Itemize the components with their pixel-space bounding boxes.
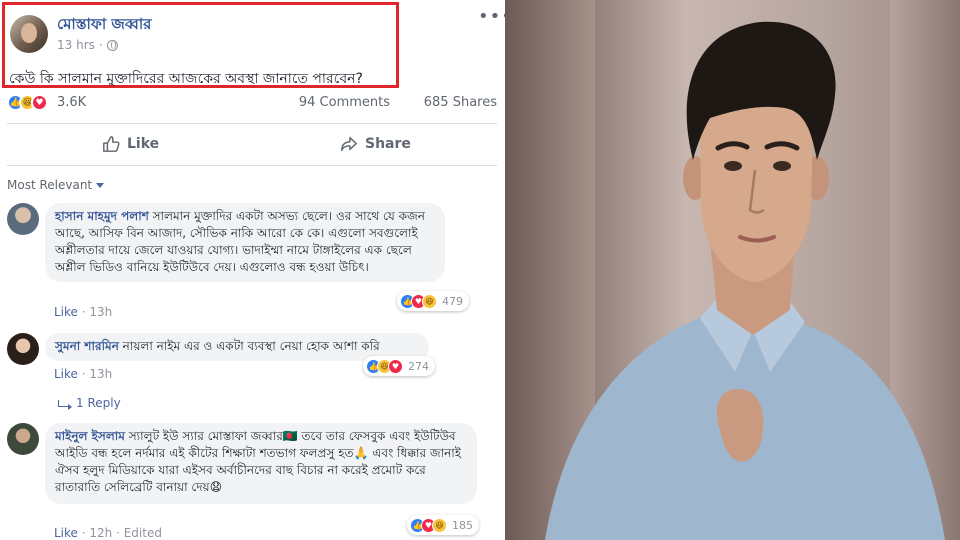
view-replies-link[interactable]: 1 Reply	[58, 396, 121, 410]
commenter-avatar[interactable]	[7, 423, 39, 455]
post-time-text[interactable]: 13 hrs	[57, 38, 95, 52]
post-author-name[interactable]: মোস্তাফা জব্বার	[57, 13, 151, 38]
comment-reaction-count: 274	[408, 360, 429, 373]
post-text: কেউ কি সালমান মুক্তাদিরের আজকের অবস্থা জ…	[9, 71, 363, 87]
commenter-avatar[interactable]	[7, 333, 39, 365]
post-timestamp[interactable]: 13 hrs ·	[57, 38, 118, 52]
dot-separator: ·	[98, 38, 103, 52]
share-button[interactable]: Share	[340, 135, 411, 153]
share-arrow-icon	[341, 136, 357, 152]
comment-reactions[interactable]: 👍 ♥ 😆 479	[397, 291, 469, 311]
post-header-highlight: মোস্তাফা জব্বার 13 hrs · কেউ কি সালমান ম…	[2, 2, 399, 88]
thumbs-up-icon	[103, 136, 120, 152]
like-button[interactable]: Like	[102, 135, 159, 153]
commenter-name[interactable]: সুমনা শারমিন	[55, 339, 119, 353]
author-avatar[interactable]	[10, 15, 48, 53]
comment-bubble: মাইনুল ইসলাম স্যালুট ইউ স্যার মোস্তাফা জ…	[45, 423, 477, 504]
comment-time[interactable]: 12h	[89, 526, 112, 540]
comment-like-link[interactable]: Like	[54, 526, 78, 540]
comment-like-link[interactable]: Like	[54, 305, 78, 319]
portrait-photo	[505, 0, 960, 540]
more-options-icon[interactable]: •••	[478, 8, 505, 26]
face-shape	[700, 90, 813, 282]
comment-reactions[interactable]: 👍 😆 ♥ 274	[363, 356, 435, 376]
commenter-avatar[interactable]	[7, 203, 39, 235]
globe-icon	[106, 39, 118, 51]
comment-sort-dropdown[interactable]: Most Relevant	[7, 178, 105, 192]
post-actions: Like Share	[7, 130, 497, 160]
comment-like-link[interactable]: Like	[54, 367, 78, 381]
haha-reaction-icon: 😆	[422, 294, 437, 309]
commenter-name[interactable]: হাসান মাহমুদ পলাশ	[55, 209, 149, 223]
love-reaction-icon: ♥	[388, 359, 403, 374]
eye-shape	[773, 161, 791, 171]
share-button-label: Share	[365, 136, 411, 152]
comment-reaction-count: 479	[442, 295, 463, 308]
haha-reaction-icon: 😆	[432, 518, 447, 533]
share-count[interactable]: 685 Shares	[424, 95, 497, 110]
reaction-count[interactable]: 3.6K	[57, 95, 86, 110]
person-illustration	[545, 21, 945, 540]
comment-meta: Like · 13h	[54, 305, 113, 319]
eye-shape	[724, 161, 742, 171]
replies-label: 1 Reply	[76, 396, 121, 410]
love-reaction-icon: ♥	[31, 94, 48, 111]
comment-meta: Like · 13h	[54, 367, 113, 381]
post-stats: 👍 😆 ♥ 3.6K 94 Comments 685 Shares	[7, 93, 497, 113]
divider	[7, 165, 497, 166]
like-button-label: Like	[127, 136, 160, 152]
facebook-post-panel: মোস্তাফা জব্বার 13 hrs · কেউ কি সালমান ম…	[0, 0, 505, 540]
divider	[7, 123, 497, 124]
comment-bubble: হাসান মাহমুদ পলাশ সালমান মুক্তাদির একটা …	[45, 203, 445, 282]
comment-reaction-count: 185	[452, 519, 473, 532]
sort-label: Most Relevant	[7, 178, 93, 192]
reaction-icons[interactable]: 👍 😆 ♥	[7, 94, 48, 111]
reply-arrow-icon	[58, 399, 72, 410]
comment-text: নায়লা নাইম এর ও একটা ব্যবস্থা নেয়া হোক…	[118, 339, 380, 353]
commenter-name[interactable]: মাইনুল ইসলাম	[55, 429, 125, 443]
comment-edited-label[interactable]: Edited	[124, 526, 162, 540]
comment-reactions[interactable]: 👍 ♥ 😆 185	[407, 515, 479, 535]
comment-meta: Like · 12h · Edited	[54, 526, 162, 540]
comment-count[interactable]: 94 Comments	[299, 95, 390, 110]
caret-down-icon	[96, 182, 105, 188]
comment-time[interactable]: 13h	[89, 305, 112, 319]
comment-time[interactable]: 13h	[89, 367, 112, 381]
